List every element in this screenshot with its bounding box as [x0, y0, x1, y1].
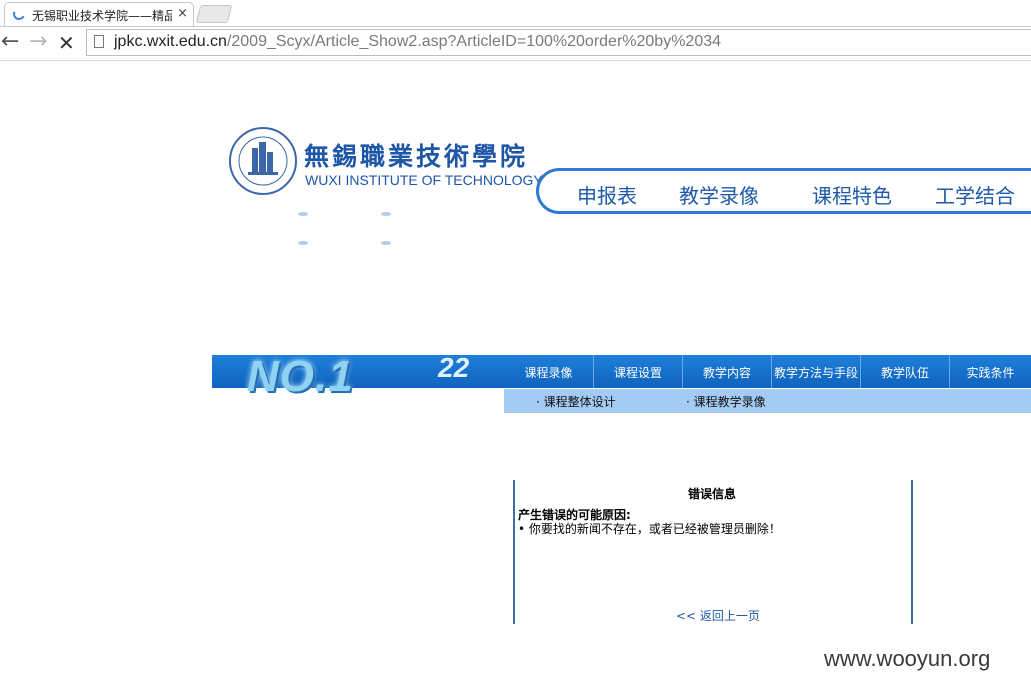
school-emblem-icon [229, 127, 297, 195]
menu-course-setup[interactable]: 课程设置 [593, 355, 682, 388]
decoration-dot [298, 212, 308, 216]
menu-teaching-team[interactable]: 教学队伍 [860, 355, 949, 388]
browser-tabstrip: 无锡职业技术学院——精品 × [0, 0, 1031, 27]
new-tab-button[interactable] [195, 5, 233, 23]
no1-badge: NO.1 [247, 352, 354, 401]
watermark: www.wooyun.org [824, 646, 991, 671]
submenu-teaching-video[interactable]: · 课程教学录像 [686, 393, 766, 410]
top-nav-work-study[interactable]: 工学结合 [935, 180, 1015, 209]
top-nav-application-form[interactable]: 申报表 [577, 180, 637, 209]
loading-spinner-icon [11, 6, 27, 22]
school-name-en: WUXI INSTITUTE OF TECHNOLOGY [305, 172, 543, 188]
menu-practice-conditions[interactable]: 实践条件 [949, 355, 1031, 388]
address-bar[interactable]: jpkc.wxit.edu.cn/2009_Scyx/Article_Show2… [86, 29, 1031, 56]
tab-close-icon[interactable]: × [177, 6, 188, 21]
back-button[interactable]: ← [1, 30, 19, 54]
browser-tab[interactable]: 无锡职业技术学院——精品 × [4, 2, 194, 26]
menu-course-recording[interactable]: 课程录像 [504, 355, 593, 388]
url-text[interactable]: jpkc.wxit.edu.cn/2009_Scyx/Article_Show2… [114, 33, 721, 51]
decoration-dot [381, 212, 391, 216]
menu-teaching-content[interactable]: 教学内容 [682, 355, 771, 388]
school-name-cn: 無錫職業技術學院 [304, 142, 529, 171]
stop-loading-button[interactable]: ✕ [58, 31, 75, 55]
url-path: /2009_Scyx/Article_Show2.asp?ArticleID=1… [226, 33, 722, 50]
top-nav-teaching-video[interactable]: 教学录像 [679, 180, 759, 209]
url-host: jpkc.wxit.edu.cn [114, 33, 227, 50]
back-link[interactable]: << 返回上一页 [676, 607, 760, 624]
error-title: 错误信息 [688, 487, 737, 501]
decoration-dot [298, 241, 308, 245]
decoration-dot [381, 241, 391, 245]
error-cause-item: • 你要找的新闻不存在，或者已经被管理员删除！ [518, 522, 781, 536]
browser-toolbar: ← → ✕ jpkc.wxit.edu.cn/2009_Scyx/Article… [0, 27, 1031, 61]
page-icon [94, 35, 104, 48]
top-nav-course-features[interactable]: 课程特色 [812, 180, 892, 209]
banner-decoration: 22 [438, 352, 470, 383]
forward-button[interactable]: → [29, 30, 47, 54]
tab-title: 无锡职业技术学院——精品 [32, 9, 172, 23]
menu-teaching-methods[interactable]: 教学方法与手段 [771, 355, 860, 388]
submenu-overall-design[interactable]: · 课程整体设计 [536, 393, 616, 410]
